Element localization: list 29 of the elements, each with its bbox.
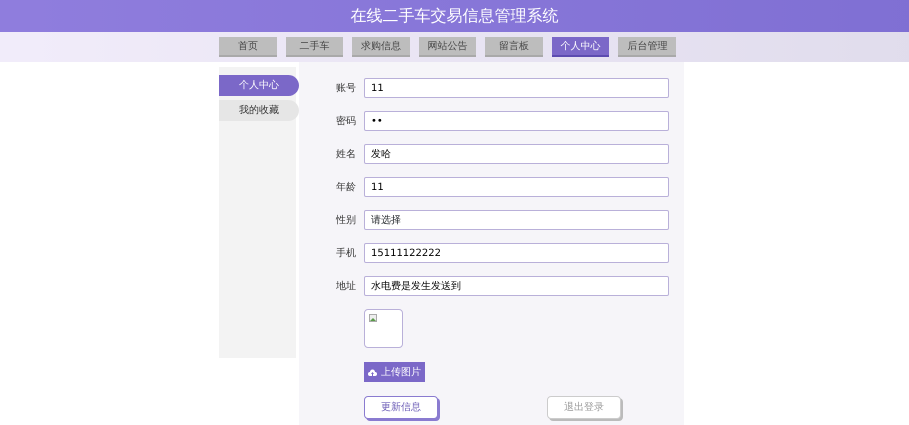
sidebar-item[interactable]: 我的收藏 bbox=[219, 100, 299, 121]
site-title: 在线二手车交易信息管理系统 bbox=[350, 5, 558, 27]
form-button[interactable]: 退出登录 bbox=[547, 396, 621, 419]
nav-tab[interactable]: 网站公告 bbox=[418, 37, 476, 57]
field-label: 地址 bbox=[335, 280, 357, 294]
field-label: 性别 bbox=[334, 214, 357, 228]
field-label: 年龄 bbox=[335, 180, 357, 194]
nav-tab[interactable]: 二手车 bbox=[286, 37, 344, 57]
nav-tab[interactable]: 个人中心 bbox=[552, 37, 610, 57]
select-field[interactable]: 请选择 bbox=[364, 210, 669, 230]
input-field[interactable]: •• bbox=[364, 111, 669, 131]
input-field[interactable]: 15111122222 bbox=[364, 243, 669, 263]
sidebar-item[interactable]: 个人中心 bbox=[219, 75, 299, 96]
input-field[interactable]: 11 bbox=[364, 177, 669, 197]
broken-image-icon bbox=[369, 314, 377, 322]
nav-tab[interactable]: 留言板 bbox=[485, 37, 543, 57]
form-button[interactable]: 更新信息 bbox=[364, 396, 438, 419]
nav-tab[interactable]: 后台管理 bbox=[618, 37, 676, 57]
field-label: 手机 bbox=[335, 246, 357, 260]
field-label: 密码 bbox=[335, 114, 357, 128]
upload-button[interactable]: 上传图片 bbox=[364, 362, 425, 382]
cloud-upload-icon bbox=[368, 368, 377, 376]
input-field[interactable]: 发哈 bbox=[364, 144, 669, 164]
field-label: 账号 bbox=[335, 82, 357, 96]
nav-tab[interactable]: 求购信息 bbox=[352, 37, 410, 57]
field-label: 姓名 bbox=[335, 148, 357, 162]
input-field[interactable]: 11 bbox=[364, 78, 669, 98]
input-field[interactable]: 水电费是发生发送到 bbox=[364, 276, 669, 296]
nav-tab[interactable]: 首页 bbox=[219, 37, 277, 57]
